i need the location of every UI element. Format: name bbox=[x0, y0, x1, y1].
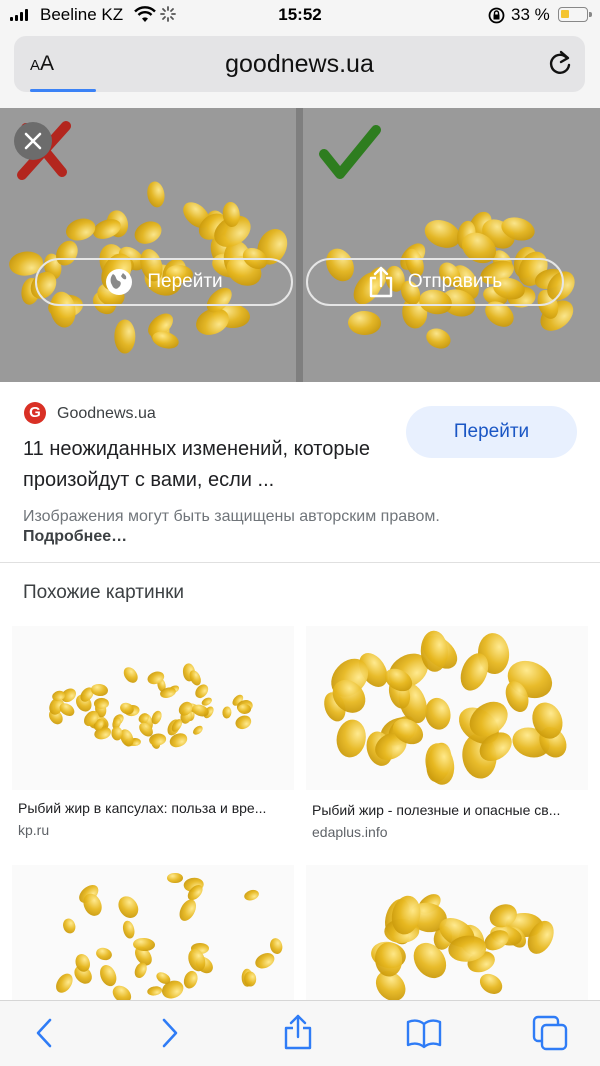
capsule bbox=[146, 985, 164, 997]
battery-percent: 33 % bbox=[511, 5, 550, 24]
capsule bbox=[244, 971, 257, 987]
browser-toolbar bbox=[0, 1000, 600, 1066]
capsule bbox=[423, 324, 454, 352]
capsule bbox=[114, 319, 136, 354]
capsule bbox=[421, 740, 458, 788]
similar-image-card[interactable] bbox=[306, 865, 588, 1000]
capsule bbox=[232, 712, 253, 732]
capsule bbox=[93, 697, 109, 710]
capsule bbox=[121, 919, 137, 940]
similar-image-source: kp.ru bbox=[18, 822, 50, 838]
capsule bbox=[333, 716, 369, 760]
capsule bbox=[145, 180, 167, 209]
similar-image-thumbnail[interactable] bbox=[306, 865, 588, 1000]
copyright-notice: Изображения могут быть защищены авторски… bbox=[23, 508, 440, 525]
capsule bbox=[94, 946, 114, 963]
page-load-progress bbox=[30, 89, 96, 92]
capsule bbox=[150, 328, 180, 352]
source-logo: G bbox=[24, 402, 46, 424]
capsule bbox=[96, 962, 120, 989]
similar-image-title[interactable]: Рыбий жир в капсулах: польза и вре... bbox=[18, 800, 292, 816]
status-bar: Beeline KZ 15:52 33 % bbox=[0, 0, 600, 30]
capsule bbox=[237, 703, 251, 715]
share-icon bbox=[369, 266, 393, 298]
forward-icon[interactable] bbox=[158, 1017, 182, 1049]
capsule bbox=[175, 896, 200, 924]
preview-go-label: Перейти bbox=[147, 271, 223, 292]
battery-icon bbox=[558, 7, 592, 22]
reload-icon[interactable] bbox=[547, 50, 573, 78]
result-info: G Goodnews.ua 11 неожиданных изменений, … bbox=[0, 382, 600, 562]
url-text[interactable]: goodnews.ua bbox=[14, 50, 585, 79]
capsule bbox=[191, 724, 205, 738]
preview-send-button[interactable]: Отправить bbox=[306, 258, 564, 306]
similar-images-heading: Похожие картинки bbox=[23, 582, 184, 603]
bookmarks-icon[interactable] bbox=[406, 1017, 442, 1049]
capsule bbox=[53, 970, 77, 996]
close-icon bbox=[24, 132, 42, 150]
tabs-icon[interactable] bbox=[532, 1015, 568, 1051]
share-icon[interactable] bbox=[283, 1013, 313, 1051]
rotation-lock-icon bbox=[488, 7, 505, 24]
preview-send-label: Отправить bbox=[407, 271, 503, 292]
clock: 15:52 bbox=[278, 5, 322, 24]
similar-image-thumbnail[interactable] bbox=[12, 626, 294, 790]
section-divider bbox=[0, 562, 600, 563]
source-name[interactable]: Goodnews.ua bbox=[57, 405, 156, 423]
capsule bbox=[476, 969, 507, 999]
green-check-mark bbox=[319, 125, 381, 179]
globe-icon bbox=[106, 269, 133, 295]
browser-address-area: AA goodnews.ua bbox=[0, 30, 600, 108]
capsule bbox=[120, 664, 141, 686]
capsule bbox=[167, 872, 183, 884]
capsule bbox=[147, 732, 167, 747]
similar-image-thumbnail[interactable] bbox=[12, 865, 294, 1000]
capsule bbox=[222, 706, 233, 720]
similar-image-card[interactable]: Рыбий жир - полезные и опасные св... eda… bbox=[306, 626, 588, 846]
similar-image-card[interactable]: Рыбий жир в капсулах: польза и вре... kp… bbox=[12, 626, 294, 846]
capsule bbox=[182, 969, 201, 990]
capsule bbox=[420, 630, 449, 673]
capsule bbox=[347, 310, 382, 337]
visit-button[interactable]: Перейти bbox=[406, 406, 577, 458]
result-title[interactable]: 11 неожиданных изменений, которые произо… bbox=[23, 434, 403, 496]
preview-divider bbox=[296, 108, 303, 382]
capsule bbox=[252, 950, 277, 972]
similar-image-source: edaplus.info bbox=[312, 824, 388, 840]
capsule bbox=[130, 216, 166, 248]
capsule bbox=[242, 887, 260, 903]
address-bar[interactable]: AA goodnews.ua bbox=[14, 36, 585, 92]
close-preview-button[interactable] bbox=[14, 122, 52, 160]
capsule bbox=[114, 892, 142, 922]
back-icon[interactable] bbox=[32, 1017, 56, 1049]
image-preview[interactable]: Перейти Отправить bbox=[0, 108, 600, 382]
preview-go-button[interactable]: Перейти bbox=[35, 258, 293, 306]
learn-more-link[interactable]: Подробнее… bbox=[23, 528, 127, 546]
similar-image-card[interactable] bbox=[12, 865, 294, 1000]
capsule bbox=[61, 917, 78, 935]
similar-image-title[interactable]: Рыбий жир - полезные и опасные св... bbox=[312, 802, 586, 818]
similar-image-thumbnail[interactable] bbox=[306, 626, 588, 790]
capsule bbox=[422, 696, 454, 732]
